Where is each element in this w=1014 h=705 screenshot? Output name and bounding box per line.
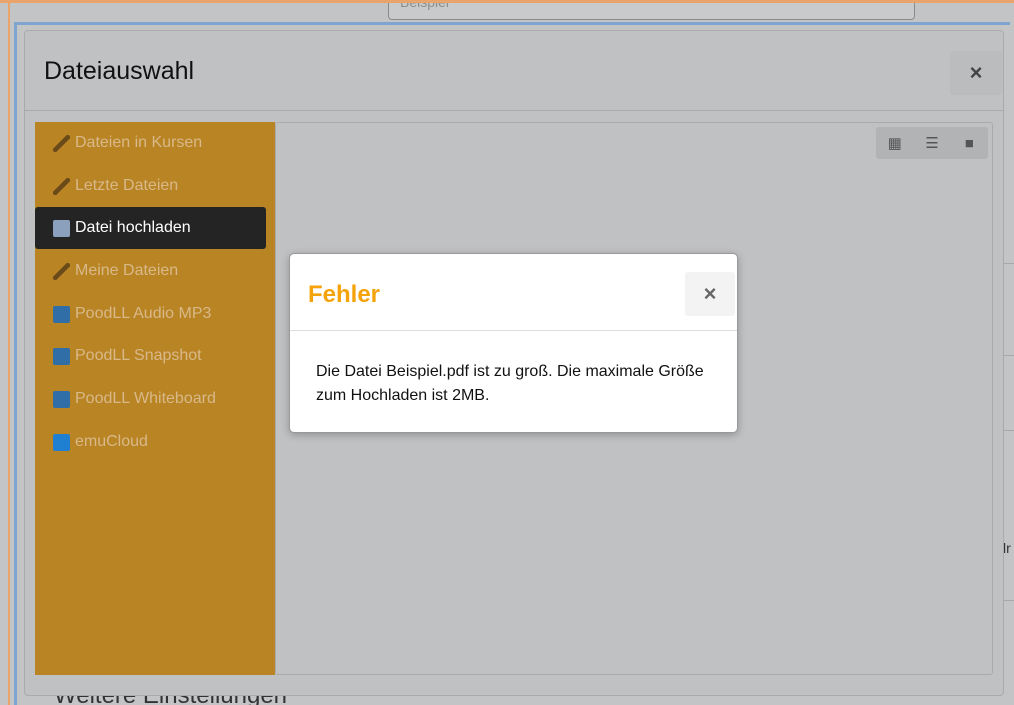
background-example-input xyxy=(388,0,915,20)
poodll-icon xyxy=(53,347,70,365)
graduation-cap-icon xyxy=(53,134,70,152)
sidebar-item-label: PoodLL Audio MP3 xyxy=(75,305,212,322)
grid-view-icon[interactable]: ▦ xyxy=(876,127,913,159)
sidebar-item-label: PoodLL Snapshot xyxy=(75,347,202,364)
sidebar-item-label: Meine Dateien xyxy=(75,262,179,279)
sidebar-item-poodll-whiteboard[interactable]: PoodLL Whiteboard xyxy=(35,378,266,420)
view-mode-toolbar: ▦ ☰ ■ xyxy=(876,127,988,159)
background-fragment-text: lr xyxy=(1003,540,1011,556)
poodll-icon xyxy=(53,305,70,323)
background-focus-border-left xyxy=(14,22,17,705)
folder-view-icon[interactable]: ■ xyxy=(951,127,988,159)
background-divider xyxy=(1004,600,1014,601)
sidebar-item-poodll-snapshot[interactable]: PoodLL Snapshot xyxy=(35,335,266,377)
error-message: Die Datei Beispiel.pdf ist zu groß. Die … xyxy=(316,363,704,404)
background-divider xyxy=(1004,430,1014,431)
sidebar-item-poodll-audio-mp3[interactable]: PoodLL Audio MP3 xyxy=(35,293,266,335)
upload-icon xyxy=(53,219,70,237)
background-focus-border-top xyxy=(14,22,1010,25)
sidebar-item-meine-dateien[interactable]: Meine Dateien xyxy=(35,250,266,292)
error-dialog-title: Fehler xyxy=(308,281,381,308)
sidebar-item-label: emuCloud xyxy=(75,433,148,450)
nextcloud-icon xyxy=(53,433,70,451)
poodll-icon xyxy=(53,390,70,408)
background-divider xyxy=(1004,355,1014,356)
graduation-cap-icon xyxy=(53,177,70,195)
sidebar-item-label: Letzte Dateien xyxy=(75,177,179,194)
sidebar-item-label: Datei hochladen xyxy=(75,219,191,236)
file-picker-title: Dateiauswahl xyxy=(44,57,195,85)
file-picker-header: Dateiauswahl × xyxy=(25,31,1003,111)
sidebar-item-label: Dateien in Kursen xyxy=(75,134,203,151)
sidebar-item-dateien-in-kursen[interactable]: Dateien in Kursen xyxy=(35,122,266,164)
sidebar-item-emucloud[interactable]: emuCloud xyxy=(35,421,266,463)
error-dialog-close-button[interactable]: × xyxy=(685,272,735,316)
sidebar-item-letzte-dateien[interactable]: Letzte Dateien xyxy=(35,165,266,207)
repository-sidebar: Dateien in Kursen Letzte Dateien Datei h… xyxy=(35,122,275,675)
sidebar-item-label: PoodLL Whiteboard xyxy=(75,390,216,407)
background-border-top xyxy=(0,0,1014,3)
graduation-cap-icon xyxy=(53,262,70,280)
file-picker-close-button[interactable]: × xyxy=(950,51,1002,95)
background-border-left xyxy=(8,0,10,705)
list-view-icon[interactable]: ☰ xyxy=(913,127,950,159)
sidebar-item-datei-hochladen[interactable]: Datei hochladen xyxy=(35,207,266,249)
error-dialog-header: Fehler × xyxy=(290,254,737,331)
background-divider xyxy=(1004,263,1014,264)
error-dialog: Fehler × Die Datei Beispiel.pdf ist zu g… xyxy=(289,253,738,433)
